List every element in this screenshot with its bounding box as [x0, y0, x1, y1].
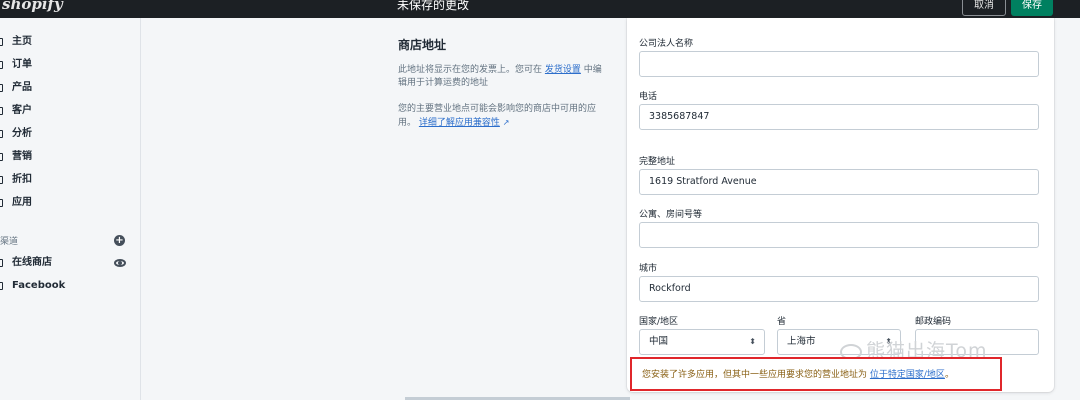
marketing-icon [0, 153, 3, 161]
postal-code-label: 邮政编码 [915, 317, 952, 327]
sidebar-item-label: 折扣 [12, 174, 32, 185]
country-select[interactable]: 中国 ⬍ [639, 329, 765, 355]
sidebar-item-label: 在线商店 [12, 257, 52, 268]
warning-end: 。 [944, 370, 954, 380]
discounts-icon [0, 176, 3, 184]
sidebar-item-customers[interactable]: 客户 [0, 102, 141, 120]
external-link-icon: ↗ [502, 118, 510, 127]
products-icon [0, 84, 3, 92]
shopify-logo: shopify [2, 0, 63, 13]
sidebar-item-label: Facebook [12, 280, 66, 291]
channels-section-title: 渠道 [0, 237, 19, 247]
section-description-1: 此地址将显示在您的发票上。您可在 发货设置 中编辑用于计算运费的地址 [398, 64, 603, 90]
sidebar-item-label: 订单 [12, 59, 32, 70]
city-field[interactable]: Rockford [639, 276, 1039, 302]
sidebar-item-label: 客户 [12, 105, 32, 116]
city-label: 城市 [639, 264, 658, 274]
sidebar-item-discounts[interactable]: 折扣 [0, 171, 141, 189]
unsaved-changes-title: 未保存的更改 [397, 0, 470, 12]
sidebar-item-products[interactable]: 产品 [0, 79, 141, 97]
location-warning-banner: 您安装了许多应用，但其中一些应用要求您的营业地址为 位于特定国家/地区。 [630, 357, 1002, 391]
country-selected-value: 中国 [649, 336, 669, 347]
online-store-icon [0, 259, 3, 267]
desc-text: 此地址将显示在您的发票上。您可在 [398, 65, 543, 75]
orders-icon [0, 61, 3, 69]
country-label: 国家/地区 [639, 317, 679, 327]
sidebar: 主页 订单 产品 客户 分析 营销 折扣 应用 渠道 + 在线商店 Facebo… [0, 18, 141, 400]
address-label: 完整地址 [639, 157, 676, 167]
specific-country-link[interactable]: 位于特定国家/地区 [870, 370, 945, 380]
sidebar-item-facebook[interactable]: Facebook [0, 277, 141, 295]
top-bar: shopify 未保存的更改 取消 保存 [0, 0, 1080, 18]
legal-name-label: 公司法人名称 [639, 39, 694, 49]
warning-text: 您安装了许多应用，但其中一些应用要求您的营业地址为 [642, 370, 868, 380]
view-store-eye-icon[interactable] [114, 259, 126, 267]
select-chevron-icon: ⬍ [749, 337, 756, 346]
sidebar-item-home[interactable]: 主页 [0, 33, 141, 51]
address-field[interactable]: 1619 Stratford Avenue [639, 169, 1039, 195]
section-description-2: 您的主要营业地点可能会影响您的商店中可用的应用。 详细了解应用兼容性 ↗ [398, 103, 603, 130]
province-selected-value: 上海市 [787, 336, 816, 347]
sidebar-item-label: 分析 [12, 128, 32, 139]
home-icon [0, 38, 3, 46]
apps-icon [0, 199, 3, 207]
legal-name-field[interactable] [639, 51, 1039, 77]
sidebar-item-label: 营销 [12, 151, 32, 162]
app-compatibility-link[interactable]: 详细了解应用兼容性 [419, 118, 500, 128]
sidebar-item-label: 主页 [12, 36, 32, 47]
section-title: 商店地址 [398, 38, 447, 52]
sidebar-item-label: 产品 [12, 82, 32, 93]
save-button[interactable]: 保存 [1011, 0, 1053, 16]
sidebar-item-label: 应用 [12, 197, 32, 208]
apartment-field[interactable] [639, 222, 1039, 248]
add-channel-icon[interactable]: + [114, 235, 125, 246]
analytics-icon [0, 130, 3, 138]
customers-icon [0, 107, 3, 115]
shipping-settings-link[interactable]: 发货设置 [545, 65, 581, 75]
apartment-label: 公寓、房间号等 [639, 210, 703, 220]
facebook-icon [0, 282, 3, 290]
sidebar-item-apps[interactable]: 应用 [0, 194, 141, 212]
sidebar-item-analytics[interactable]: 分析 [0, 125, 141, 143]
sidebar-item-marketing[interactable]: 营销 [0, 148, 141, 166]
sidebar-item-orders[interactable]: 订单 [0, 56, 141, 74]
cancel-button[interactable]: 取消 [962, 0, 1006, 16]
province-label: 省 [777, 317, 787, 327]
phone-field[interactable]: 3385687847 [639, 104, 1039, 130]
phone-label: 电话 [639, 92, 658, 102]
